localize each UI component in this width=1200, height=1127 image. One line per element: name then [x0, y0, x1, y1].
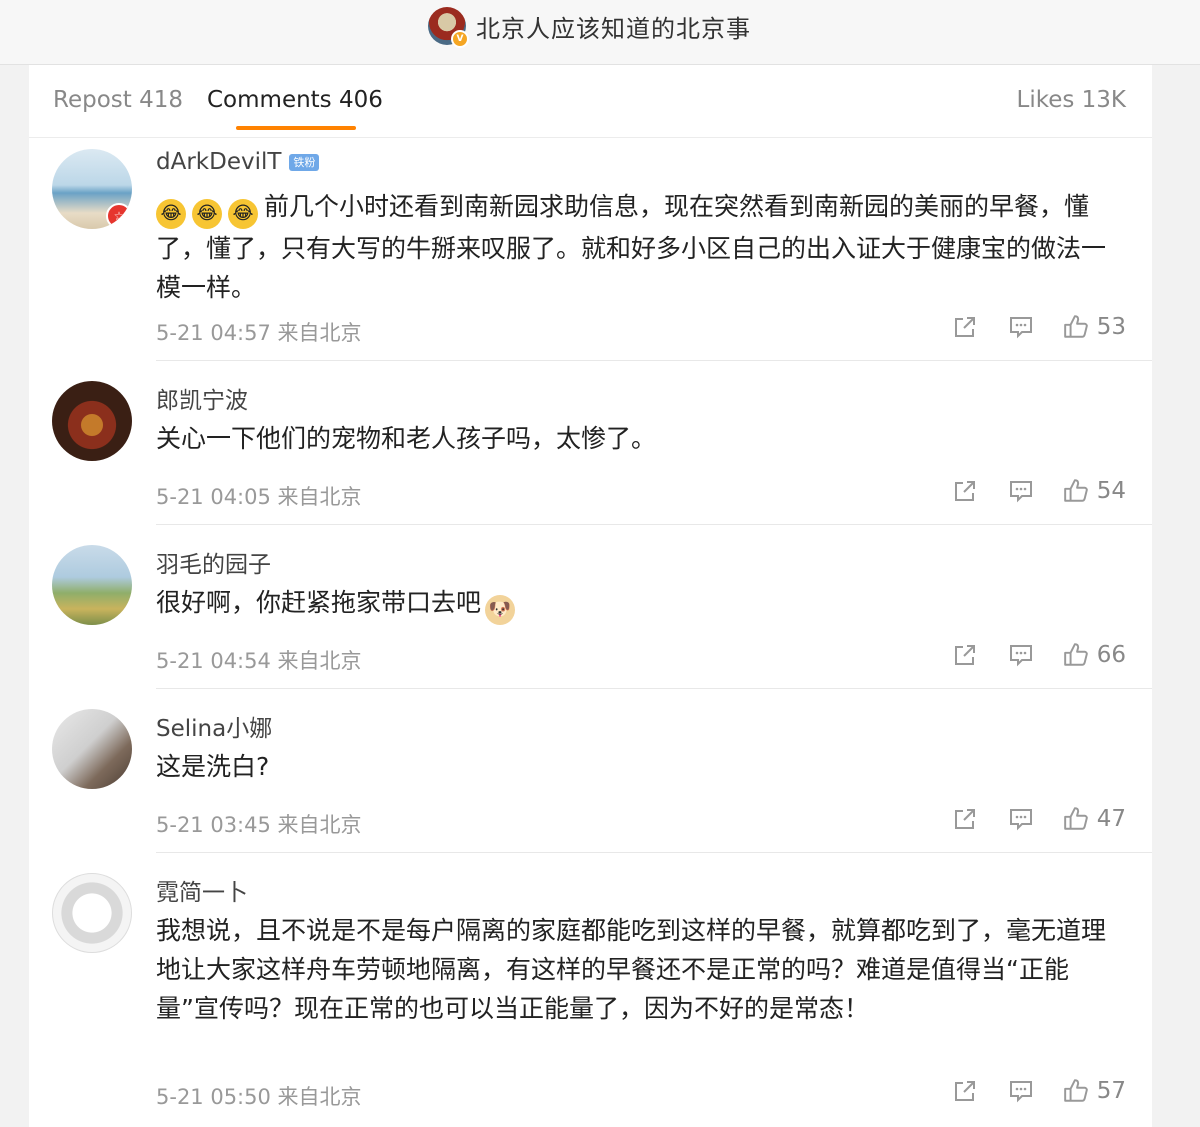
laugh-cry-emoji-icon: 😂 [228, 199, 258, 229]
comment-item: Selina小娜 这是洗白? 5-21 03:45 来自北京 47 [29, 689, 1152, 853]
like-button[interactable]: 57 [1063, 1078, 1126, 1104]
comments-panel: Repost 418 Comments 406 Likes 13K ☆ dArk… [29, 65, 1152, 1127]
comment-author[interactable]: 霓简一卜 [156, 873, 248, 907]
thumbs-up-icon [1063, 806, 1089, 832]
comment-actions: 53 [923, 313, 1126, 341]
comment-actions: 57 [923, 1077, 1126, 1105]
avatar[interactable] [52, 709, 132, 789]
comment-author[interactable]: 羽毛的园子 [156, 545, 271, 579]
author-name: dArkDevilT [156, 149, 282, 175]
thumbs-up-icon [1063, 642, 1089, 668]
share-icon[interactable] [951, 641, 979, 669]
comment-body: 这是洗白? [156, 752, 270, 781]
comment-time: 5-21 04:05 来自北京 [156, 485, 362, 509]
comment-time: 5-21 03:45 来自北京 [156, 813, 362, 837]
verified-badge: V [451, 30, 469, 48]
comment-author[interactable]: Selina小娜 [156, 709, 272, 743]
author-name: 郎凯宁波 [156, 388, 248, 414]
comment-item: 羽毛的园子 很好啊，你赶紧拖家带口去吧 🐶 5-21 04:54 来自北京 66 [29, 525, 1152, 689]
comment-actions: 66 [923, 641, 1126, 669]
comment-text: 这是洗白? [156, 747, 1126, 786]
share-icon[interactable] [951, 313, 979, 341]
active-tab-indicator [236, 126, 356, 130]
top-bar: V 北京人应该知道的北京事 [0, 0, 1200, 65]
comment-text: 我想说，且不说是不是每户隔离的家庭都能吃到这样的早餐，就算都吃到了，毫无道理地让… [156, 911, 1126, 1028]
thumbs-up-icon [1063, 314, 1089, 340]
doge-emoji-icon: 🐶 [485, 595, 516, 625]
account-title: 北京人应该知道的北京事 [476, 14, 751, 43]
comment-time: 5-21 05:50 来自北京 [156, 1085, 362, 1109]
account-header[interactable]: V 北京人应该知道的北京事 [428, 6, 751, 48]
author-name: Selina小娜 [156, 716, 273, 742]
comment-body: 前几个小时还看到南新园求助信息，现在突然看到南新园的美丽的早餐，懂了，懂了，只有… [156, 192, 1107, 302]
like-count: 53 [1096, 314, 1126, 340]
like-button[interactable]: 54 [1063, 478, 1126, 504]
share-icon[interactable] [951, 477, 979, 505]
comment-text: 关心一下他们的宠物和老人孩子吗，太惨了。 [156, 419, 1126, 458]
like-count: 66 [1096, 642, 1126, 668]
avatar[interactable] [52, 873, 132, 953]
share-icon[interactable] [951, 1077, 979, 1105]
avatar[interactable] [52, 545, 132, 625]
avatar[interactable]: ☆ [52, 149, 132, 229]
share-icon[interactable] [951, 805, 979, 833]
comment-body: 关心一下他们的宠物和老人孩子吗，太惨了。 [156, 424, 657, 453]
like-button[interactable]: 66 [1063, 642, 1126, 668]
comment-item: 郎凯宁波 关心一下他们的宠物和老人孩子吗，太惨了。 5-21 04:05 来自北… [29, 361, 1152, 525]
tab-repost[interactable]: Repost 418 [53, 87, 183, 113]
comment-body: 很好啊，你赶紧拖家带口去吧 [156, 588, 482, 617]
comment-item: ☆ dArkDevilT 铁粉 😂 😂 😂 前几个小时还看到南新园求助信息，现在突然看… [29, 137, 1152, 361]
laugh-cry-emoji-icon: 😂 [192, 199, 222, 229]
author-name: 羽毛的园子 [156, 552, 271, 578]
like-count: 47 [1096, 806, 1126, 832]
like-button[interactable]: 53 [1063, 314, 1126, 340]
like-count: 57 [1096, 1078, 1126, 1104]
tab-comments[interactable]: Comments 406 [207, 87, 383, 113]
comment-actions: 47 [923, 805, 1126, 833]
thumbs-up-icon [1063, 1078, 1089, 1104]
tab-bar: Repost 418 Comments 406 Likes 13K [29, 65, 1152, 138]
comment-text: 😂 😂 😂 前几个小时还看到南新园求助信息，现在突然看到南新园的美丽的早餐，懂了，懂了… [156, 187, 1126, 307]
tab-likes[interactable]: Likes 13K [1017, 87, 1127, 113]
avatar[interactable] [52, 381, 132, 461]
comment-icon[interactable] [1007, 1077, 1035, 1105]
badge-icon: ☆ [106, 203, 132, 229]
comment-icon[interactable] [1007, 641, 1035, 669]
comment-time: 5-21 04:57 来自北京 [156, 321, 362, 345]
comment-author[interactable]: 郎凯宁波 [156, 381, 248, 415]
comment-icon[interactable] [1007, 313, 1035, 341]
comment-icon[interactable] [1007, 805, 1035, 833]
comment-actions: 54 [923, 477, 1126, 505]
like-count: 54 [1096, 478, 1126, 504]
comment-author[interactable]: dArkDevilT 铁粉 [156, 149, 320, 175]
comment-text: 很好啊，你赶紧拖家带口去吧 🐶 [156, 583, 1126, 625]
laugh-cry-emoji-icon: 😂 [156, 199, 186, 229]
comment-body: 我想说，且不说是不是每户隔离的家庭都能吃到这样的早餐，就算都吃到了，毫无道理地让… [156, 916, 1107, 1023]
account-avatar[interactable]: V [428, 7, 469, 48]
comment-time: 5-21 04:54 来自北京 [156, 649, 362, 673]
fan-badge: 铁粉 [289, 153, 320, 171]
comment-icon[interactable] [1007, 477, 1035, 505]
comment-item: 霓简一卜 我想说，且不说是不是每户隔离的家庭都能吃到这样的早餐，就算都吃到了，毫… [29, 853, 1152, 1127]
thumbs-up-icon [1063, 478, 1089, 504]
author-name: 霓简一卜 [156, 880, 248, 906]
like-button[interactable]: 47 [1063, 806, 1126, 832]
